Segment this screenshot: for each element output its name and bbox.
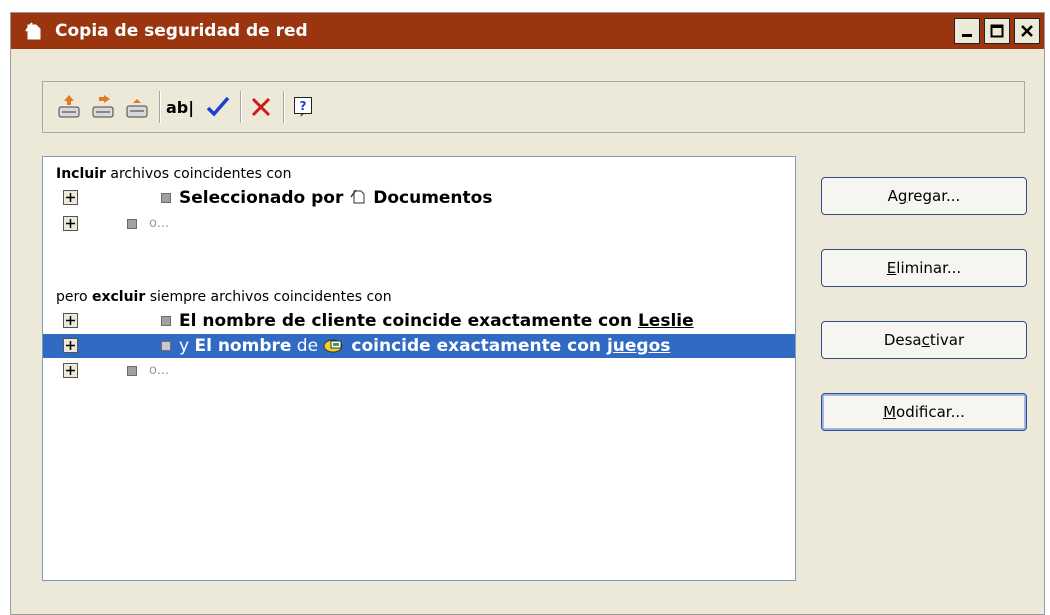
rule-target: Documentos bbox=[373, 188, 493, 208]
delete-x-icon[interactable] bbox=[247, 91, 275, 123]
include-header: Incluir archivos coincidentes con bbox=[43, 162, 795, 186]
rule-bullet-icon bbox=[161, 316, 171, 326]
document-up-icon[interactable] bbox=[55, 91, 83, 123]
maximize-button[interactable] bbox=[984, 18, 1010, 44]
exclude-rule-selected[interactable]: y El nombre de coincide exactamente con … bbox=[43, 334, 795, 358]
rule-value-link[interactable]: Leslie bbox=[638, 311, 694, 331]
exclude-keyword: excluir bbox=[91, 289, 146, 305]
svg-text:?: ? bbox=[300, 99, 307, 113]
document-icon bbox=[350, 189, 365, 204]
close-button[interactable] bbox=[1014, 18, 1040, 44]
placeholder-text: o... bbox=[149, 363, 170, 378]
rule-bullet-icon bbox=[127, 366, 137, 376]
expand-icon[interactable] bbox=[63, 216, 78, 231]
document-icon bbox=[23, 20, 45, 42]
rule-text: Seleccionado por bbox=[179, 188, 344, 208]
rule-text: El nombre de cliente coincide exactament… bbox=[179, 311, 638, 331]
expand-icon[interactable] bbox=[63, 190, 78, 205]
modify-button[interactable]: Modificar... bbox=[821, 393, 1027, 431]
toolbar-separator bbox=[240, 91, 242, 123]
add-button[interactable]: Agregar... bbox=[821, 177, 1027, 215]
title-bar[interactable]: Copia de seguridad de red bbox=[11, 13, 1044, 49]
include-add-row[interactable]: o... bbox=[43, 212, 795, 236]
rule-text: El nombre bbox=[194, 336, 292, 356]
rules-list[interactable]: Incluir archivos coincidentes con Selecc… bbox=[42, 156, 796, 581]
expand-icon[interactable] bbox=[63, 363, 78, 378]
toolbar: ab| ? bbox=[42, 81, 1025, 133]
toolbar-separator bbox=[159, 91, 160, 123]
exclude-header-prefix: pero bbox=[56, 289, 92, 305]
rule-bullet-icon bbox=[127, 219, 137, 229]
expand-icon[interactable] bbox=[63, 313, 78, 328]
help-icon[interactable]: ? bbox=[290, 91, 318, 123]
rule-conjunction: y bbox=[179, 336, 195, 356]
rename-icon[interactable]: ab| bbox=[166, 91, 198, 123]
checkmark-icon[interactable] bbox=[204, 91, 232, 123]
minimize-button[interactable] bbox=[954, 18, 980, 44]
expand-icon[interactable] bbox=[63, 338, 78, 353]
exclude-header: pero excluir siempre archivos coincident… bbox=[43, 285, 795, 309]
exclude-add-row[interactable]: o... bbox=[43, 359, 795, 383]
remove-button[interactable]: Eliminar... bbox=[821, 249, 1027, 287]
rule-text: coincide exactamente con bbox=[351, 336, 607, 356]
include-keyword: Incluir bbox=[56, 166, 106, 182]
rule-text-connector: de bbox=[291, 336, 324, 356]
exclude-header-text: siempre archivos coincidentes con bbox=[145, 289, 392, 305]
network-client-icon bbox=[323, 339, 343, 353]
window-title: Copia de seguridad de red bbox=[55, 21, 308, 41]
rule-value-link[interactable]: juegos bbox=[607, 336, 670, 356]
toolbar-separator bbox=[283, 91, 285, 123]
backup-window: Copia de seguridad de red ab| ? Incluir … bbox=[10, 12, 1045, 615]
deactivate-button[interactable]: Desactivar bbox=[821, 321, 1027, 359]
document-forward-icon[interactable] bbox=[89, 91, 117, 123]
placeholder-text: o... bbox=[149, 216, 170, 231]
document-icon[interactable] bbox=[123, 91, 151, 123]
exclude-rule[interactable]: El nombre de cliente coincide exactament… bbox=[43, 309, 795, 333]
include-header-text: archivos coincidentes con bbox=[105, 166, 292, 182]
rule-bullet-icon bbox=[161, 341, 171, 351]
rule-bullet-icon bbox=[161, 193, 171, 203]
include-rule[interactable]: Seleccionado por Documentos bbox=[43, 186, 795, 210]
